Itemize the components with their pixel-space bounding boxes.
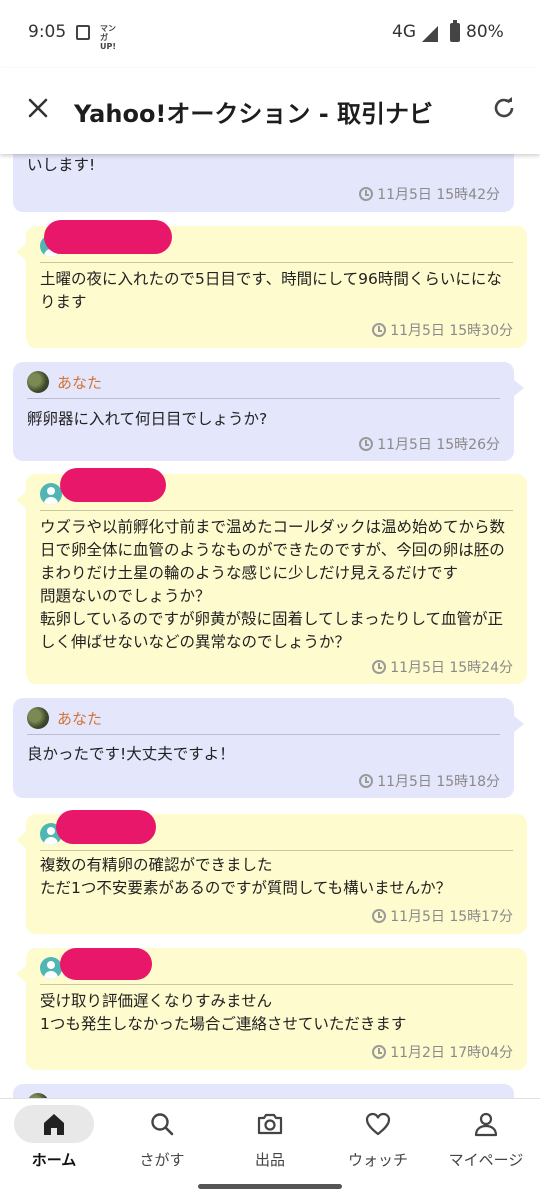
bubble-tail [16,492,26,508]
message-timestamp: 11月5日 15時17分 [372,906,513,926]
sender-row [40,956,62,980]
nav-mypage[interactable]: マイページ [432,1099,540,1179]
search-icon [122,1105,202,1143]
timestamp-text: 11月5日 15時24分 [390,660,513,676]
camera-icon [230,1105,310,1143]
message-timestamp: 11月5日 15時24分 [372,657,513,677]
message-text: 土曜の夜に入れたので5日目です、時間にして96時間くらいにになります [40,270,502,311]
message-bubble-mine [13,1084,514,1098]
page-title: Yahoo!オークション - 取引ナビ [74,100,434,128]
timestamp-text: 11月5日 15時18分 [377,774,500,790]
sender-row: あなた [27,370,102,394]
screenshot-icon [76,25,90,40]
network-type: 4G [392,22,416,42]
chat-thread[interactable]: いします! 11月5日 15時42分 土曜の夜に入れたので5日目です、時間にして… [0,154,540,1098]
clock-icon [372,323,387,337]
message-bubble-other: 複数の有精卵の確認ができました ただ1つ不安要素があるのですが質問しても構いませ… [16,810,527,934]
message-text: 複数の有精卵の確認ができました ただ1つ不安要素があるのですが質問しても構いませ… [40,856,452,897]
status-bar: 9:05 マンガUP! 4G 80% [0,0,540,68]
avatar [27,371,49,393]
redacted-name [56,810,156,844]
avatar [27,707,49,729]
timestamp-text: 11月5日 15時30分 [390,323,513,339]
nav-label: さがす [139,1151,185,1169]
message-text: 孵卵器に入れて何日目でしょうか? [27,410,268,428]
clock-icon [372,660,387,674]
divider [40,984,513,985]
signal-icon [422,26,438,42]
message-timestamp: 11月5日 15時26分 [359,434,500,454]
clock-icon [372,909,387,923]
divider [40,262,513,263]
message-text: 受け取り評価遅くなりすみません 1つも発生しなかった場合ご連絡させていただきます [40,992,407,1033]
divider [40,510,513,511]
message-bubble-mine: いします! 11月5日 15時42分 [13,154,514,212]
clock-icon [359,774,374,788]
nav-home[interactable]: ホーム [0,1099,108,1179]
clock-icon [372,1045,387,1059]
manga-app-icon: マンガUP! [100,24,117,51]
bubble-tail [16,244,26,260]
avatar [40,483,62,505]
sender-row: あなた [27,706,102,730]
timestamp-text: 11月5日 15時42分 [377,187,500,203]
timestamp-text: 11月5日 15時17分 [390,909,513,925]
nav-watch[interactable]: ウォッチ [324,1099,432,1179]
close-icon[interactable] [20,90,56,126]
divider [27,398,500,399]
message-text: いします! [27,156,96,174]
nav-search[interactable]: さがす [108,1099,216,1179]
clock-icon [359,437,374,451]
heart-icon [338,1105,418,1143]
sender-name: あなた [57,373,103,392]
bubble-tail [514,380,524,396]
nav-label: ウォッチ [347,1151,408,1169]
nav-label: 出品 [254,1151,285,1169]
message-text: ウズラや以前孵化寸前まで温めたコールダックは温め始めてから数日で卵全体に血管のよ… [40,518,506,651]
bubble-tail [16,832,26,848]
person-icon [446,1105,526,1143]
message-bubble-mine: あなた 良かったです!大丈夫ですよ！ 11月5日 15時18分 [13,698,524,798]
status-time: 9:05 [28,22,67,42]
app-bar: Yahoo!オークション - 取引ナビ [0,68,540,154]
message-timestamp: 11月2日 17時04分 [372,1042,513,1062]
message-text: 良かったです!大丈夫ですよ！ [27,745,235,763]
avatar [40,957,62,979]
message-bubble-other: 受け取り評価遅くなりすみません 1つも発生しなかった場合ご連絡させていただきます… [16,948,527,1070]
battery-percent: 80% [466,22,504,42]
message-bubble-other: 土曜の夜に入れたので5日目です、時間にして96時間くらいにになります 11月5日… [16,220,527,348]
refresh-icon[interactable] [486,90,522,126]
sender-name: あなた [57,709,103,728]
battery-icon [450,20,460,42]
divider [27,734,500,735]
timestamp-text: 11月5日 15時26分 [377,437,500,453]
nav-label: ホーム [31,1151,77,1169]
nav-sell[interactable]: 出品 [216,1099,324,1179]
home-icon [14,1105,94,1143]
clock-icon [359,187,374,201]
nav-label: マイページ [448,1151,524,1169]
redacted-name [60,948,152,980]
gesture-bar[interactable] [198,1184,342,1189]
divider [40,850,513,851]
message-timestamp: 11月5日 15時42分 [359,184,500,204]
timestamp-text: 11月2日 17時04分 [390,1045,513,1061]
message-bubble-other: ウズラや以前孵化寸前まで温めたコールダックは温め始めてから数日で卵全体に血管のよ… [16,468,527,684]
redacted-name [44,220,172,254]
redacted-name [60,468,166,502]
bubble-tail [16,966,26,982]
sender-row [40,482,62,506]
bubble-tail [514,716,524,732]
message-timestamp: 11月5日 15時30分 [372,320,513,340]
message-timestamp: 11月5日 15時18分 [359,771,500,791]
message-bubble-mine: あなた 孵卵器に入れて何日目でしょうか? 11月5日 15時26分 [13,362,524,461]
